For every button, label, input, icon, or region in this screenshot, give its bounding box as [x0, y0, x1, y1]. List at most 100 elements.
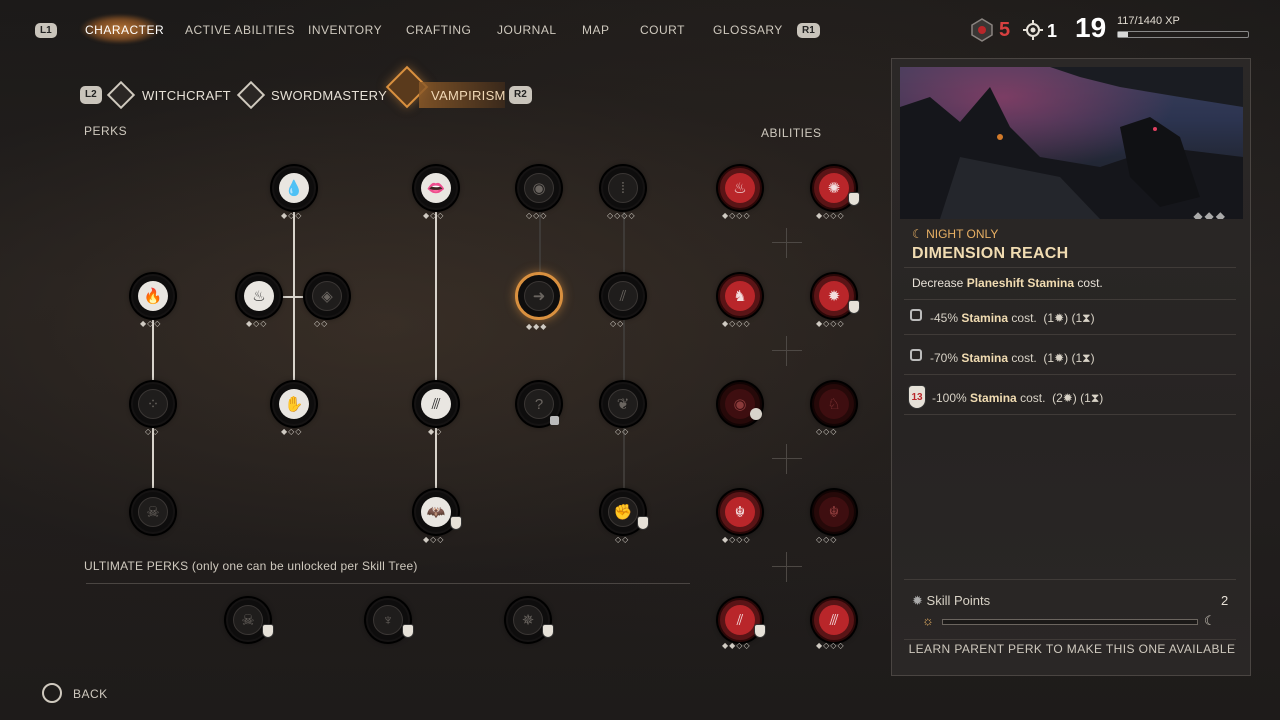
tree-connector [293, 210, 295, 386]
perk-rank-pips: ◆◇◇ [140, 319, 162, 328]
perk-node-selected[interactable]: ➜ [515, 272, 563, 320]
ability-separator [772, 336, 802, 366]
xp-readout: 117/1440 XP [1117, 15, 1180, 27]
tier-divider [904, 334, 1236, 335]
perk-node[interactable]: ◈ [305, 274, 349, 318]
l1-button[interactable]: L1 [35, 23, 57, 38]
ability-node[interactable]: ☬ [812, 490, 856, 534]
perk-node[interactable]: ♨ [237, 274, 281, 318]
perk-rank-pips: ◆◇◇ [423, 211, 445, 220]
tab-journal[interactable]: JOURNAL [497, 23, 557, 37]
perk-node[interactable]: ❦ [601, 382, 645, 426]
perk-node[interactable]: ⁞ [601, 166, 645, 210]
tier-3-suffix: cost. [1020, 391, 1046, 405]
eye-icon: ◉ [524, 173, 554, 203]
ability-node[interactable]: ⫻ [812, 598, 856, 642]
ability-node[interactable]: ♨ [718, 166, 762, 210]
preview-scene [900, 67, 1243, 219]
tier-2-stat: Stamina [961, 351, 1009, 365]
ability-rank-pips: ◆◆◇◇ [722, 641, 751, 650]
back-button[interactable]: BACK [73, 687, 108, 701]
lock-icon [550, 416, 559, 425]
perk-node[interactable]: ✋ [272, 382, 316, 426]
perk-rank-pips: ◆◆◆ [526, 322, 548, 331]
tier-divider [904, 374, 1236, 375]
ability-separator [772, 552, 802, 582]
tier-3-value: -100% [932, 391, 967, 405]
perk-rank-pips: ◇◇ [610, 319, 625, 328]
skill-points-value: 2 [1221, 593, 1229, 608]
skill-points-row: ✹ Skill Points [912, 593, 990, 609]
tree-connector [152, 426, 154, 494]
witchcraft-icon [106, 80, 136, 110]
subtab-witchcraft[interactable]: WITCHCRAFT [142, 88, 231, 103]
claw-marks-icon: ⫽ [608, 281, 638, 311]
l2-button[interactable]: L2 [80, 86, 102, 104]
perk-node[interactable]: 👄 [414, 166, 458, 210]
tab-active-abilities[interactable]: ACTIVE ABILITIES [185, 23, 295, 37]
vampire-fang-icon [542, 624, 554, 638]
bat-skull-icon: ♆ [373, 605, 403, 635]
perk-node[interactable]: 💧 [272, 166, 316, 210]
ability-separator [772, 228, 802, 258]
ability-rank-pips: ◆◇◇◇ [816, 641, 845, 650]
character-level: 19 [1075, 12, 1107, 43]
wolf-head-icon: ♞ [725, 281, 755, 311]
fangs-icon: 👄 [421, 173, 451, 203]
perk-rank-pips: ◆◇◇ [281, 427, 303, 436]
skill-points-label: Skill Points [926, 593, 991, 608]
r1-button[interactable]: R1 [797, 23, 820, 38]
ability-rank-pips: ◆◇◇◇ [722, 535, 751, 544]
perk-node[interactable]: ⫻ [414, 382, 458, 426]
perk-rank-pips: ◇◇ [615, 535, 630, 544]
perks-heading: PERKS [84, 124, 128, 138]
abilities-heading: ABILITIES [761, 126, 822, 140]
perk-node[interactable]: 🔥 [131, 274, 175, 318]
planeshift-icon: ➜ [524, 281, 554, 311]
tier-1-skill-cost: (1 [1043, 311, 1055, 325]
desc-suffix: cost. [1077, 276, 1103, 290]
tab-glossary[interactable]: GLOSSARY [713, 23, 783, 37]
perk-node[interactable]: ◉ [517, 166, 561, 210]
tier-1: -45% Stamina cost. (1✹) (1⧗) [930, 311, 1095, 325]
ability-node[interactable]: ♘ [812, 382, 856, 426]
skull-badge-icon [750, 408, 762, 420]
tier-3-stat: Stamina [970, 391, 1017, 405]
slash-icon: ⫻ [421, 389, 451, 419]
perk-node[interactable]: ⫽ [601, 274, 645, 318]
ability-node[interactable]: ♞ [718, 274, 762, 318]
r2-button[interactable]: R2 [509, 86, 532, 104]
footer-divider [904, 639, 1236, 640]
perk-node[interactable]: ⁘ [131, 382, 175, 426]
perk-node[interactable]: ☠ [131, 490, 175, 534]
blood-currency-icon [971, 18, 993, 42]
tree-connector [435, 210, 437, 494]
perk-rank-pips: ◆◇◇ [246, 319, 268, 328]
blood-flame-icon: ♨ [725, 173, 755, 203]
subtab-vampirism[interactable]: VAMPIRISM [431, 88, 506, 103]
tab-crafting[interactable]: CRAFTING [406, 23, 471, 37]
skull-icon: ☠ [233, 605, 263, 635]
circle-button-icon[interactable] [42, 683, 62, 703]
vampire-fang-badge: 13 [908, 385, 926, 409]
subtab-swordmastery[interactable]: SWORDMASTERY [271, 88, 387, 103]
tab-map[interactable]: MAP [582, 23, 610, 37]
title-divider [904, 267, 1236, 268]
tab-court[interactable]: COURT [640, 23, 685, 37]
tier-2-value: -70% [930, 351, 959, 365]
ability-rank-pips: ◆◇◇◇ [816, 211, 845, 220]
wing-icon: ❦ [608, 389, 638, 419]
tab-inventory[interactable]: INVENTORY [308, 23, 382, 37]
tier-3-time-cost: (1 [1080, 391, 1091, 405]
ability-node[interactable]: ☬ [718, 490, 762, 534]
tab-character[interactable]: CHARACTER [85, 23, 164, 37]
day-night-bar [942, 619, 1198, 625]
vampire-fang-icon [848, 300, 860, 314]
ability-rank-pips: ◇◇◇ [816, 427, 838, 436]
tier-2-skill-cost: (1 [1043, 351, 1055, 365]
lock-icon [910, 309, 922, 321]
perk-rank-pips: ◆◇◇ [281, 211, 303, 220]
beast-icon: ♘ [819, 389, 849, 419]
claw-slash-icon: ⫽ [725, 605, 755, 635]
perk-rank-pips: ◆◇ [428, 427, 443, 436]
